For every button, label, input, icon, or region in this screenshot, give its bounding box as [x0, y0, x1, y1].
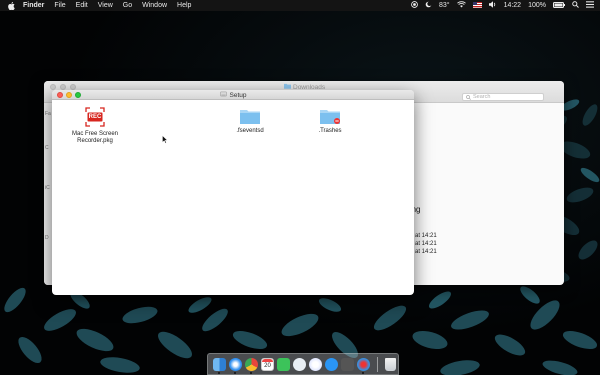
calendar-icon[interactable]: 20	[261, 357, 274, 371]
running-indicator	[218, 371, 220, 374]
pkg-file-label: Mac Free Screen Recorder.pkg	[72, 131, 118, 145]
search-placeholder: Search	[473, 94, 491, 100]
dock-separator	[377, 356, 378, 372]
trashes-folder-item[interactable]: .Trashes	[310, 108, 350, 135]
downloads-date-2: 0 at 14:21	[410, 241, 437, 247]
us-flag-icon[interactable]	[472, 1, 482, 10]
dock: 20	[207, 353, 399, 375]
app-store-icon[interactable]	[325, 357, 338, 371]
spotlight-icon[interactable]	[572, 1, 579, 10]
menu-help[interactable]: Help	[177, 2, 191, 9]
fseventsd-folder-item[interactable]: .fseventsd	[230, 108, 270, 135]
record-status-icon[interactable]	[411, 1, 418, 10]
setup-titlebar[interactable]: Setup	[52, 90, 414, 100]
running-indicator	[250, 371, 252, 374]
disk-icon	[219, 91, 227, 99]
trashes-label: .Trashes	[318, 128, 342, 134]
chrome-icon[interactable]	[245, 357, 258, 374]
apple-menu-icon[interactable]	[8, 1, 16, 10]
temperature-label[interactable]: 83°	[439, 2, 450, 9]
menu-edit[interactable]: Edit	[76, 2, 88, 9]
menu-go[interactable]: Go	[123, 2, 132, 9]
running-indicator	[362, 371, 364, 374]
calendar-day: 20	[264, 362, 271, 369]
messages-icon[interactable]	[293, 357, 306, 371]
facetime-icon[interactable]	[277, 357, 290, 371]
rec-badge-text: REC	[88, 113, 102, 120]
wifi-icon[interactable]	[456, 1, 466, 10]
trash-icon[interactable]	[385, 357, 396, 371]
weather-icon[interactable]	[425, 1, 432, 10]
pkg-file-label-line1: Mac Free Screen	[71, 131, 119, 137]
search-icon	[466, 95, 471, 102]
battery-label[interactable]: 100%	[528, 2, 546, 9]
system-preferences-icon[interactable]	[341, 357, 354, 371]
volume-icon[interactable]	[488, 1, 497, 10]
finder-icon[interactable]	[213, 357, 226, 374]
menu-bar: Finder File Edit View Go Window Help 83°…	[0, 0, 600, 11]
itunes-icon[interactable]	[309, 357, 322, 371]
downloads-search-input[interactable]: Search	[462, 93, 544, 101]
setup-title-label: Setup	[229, 91, 247, 99]
downloads-date-1: 0 at 14:21	[410, 233, 437, 239]
battery-icon[interactable]	[553, 1, 565, 10]
setup-window[interactable]: Setup REC Mac Free Screen Recorder.pkg .…	[52, 90, 414, 295]
mouse-cursor-icon	[162, 131, 169, 149]
control-center-icon[interactable]	[586, 1, 594, 10]
sidebar-fragment-c: C	[45, 145, 49, 151]
menu-window[interactable]: Window	[142, 2, 167, 9]
menu-view[interactable]: View	[98, 2, 113, 9]
sidebar-fragment-favorites: Fa	[45, 111, 51, 117]
restricted-folder-icon	[319, 108, 341, 125]
menu-file[interactable]: File	[54, 2, 65, 9]
downloads-date-3: 0 at 14:21	[410, 249, 437, 255]
fseventsd-label: .fseventsd	[236, 128, 264, 134]
qq-browser-icon[interactable]	[357, 357, 370, 374]
sidebar-fragment-icloud: iC	[45, 185, 50, 191]
running-indicator	[234, 371, 236, 374]
safari-icon[interactable]	[229, 357, 242, 374]
folder-icon	[239, 108, 261, 125]
setup-title: Setup	[52, 91, 414, 99]
rec-package-icon: REC	[84, 106, 106, 128]
pkg-file-label-line2: Recorder.pkg	[77, 138, 113, 144]
pkg-file-item[interactable]: REC Mac Free Screen Recorder.pkg	[70, 106, 120, 145]
clock-label[interactable]: 14:22	[504, 2, 522, 9]
sidebar-fragment-devices: D	[45, 235, 49, 241]
app-name-menu[interactable]: Finder	[23, 2, 44, 9]
